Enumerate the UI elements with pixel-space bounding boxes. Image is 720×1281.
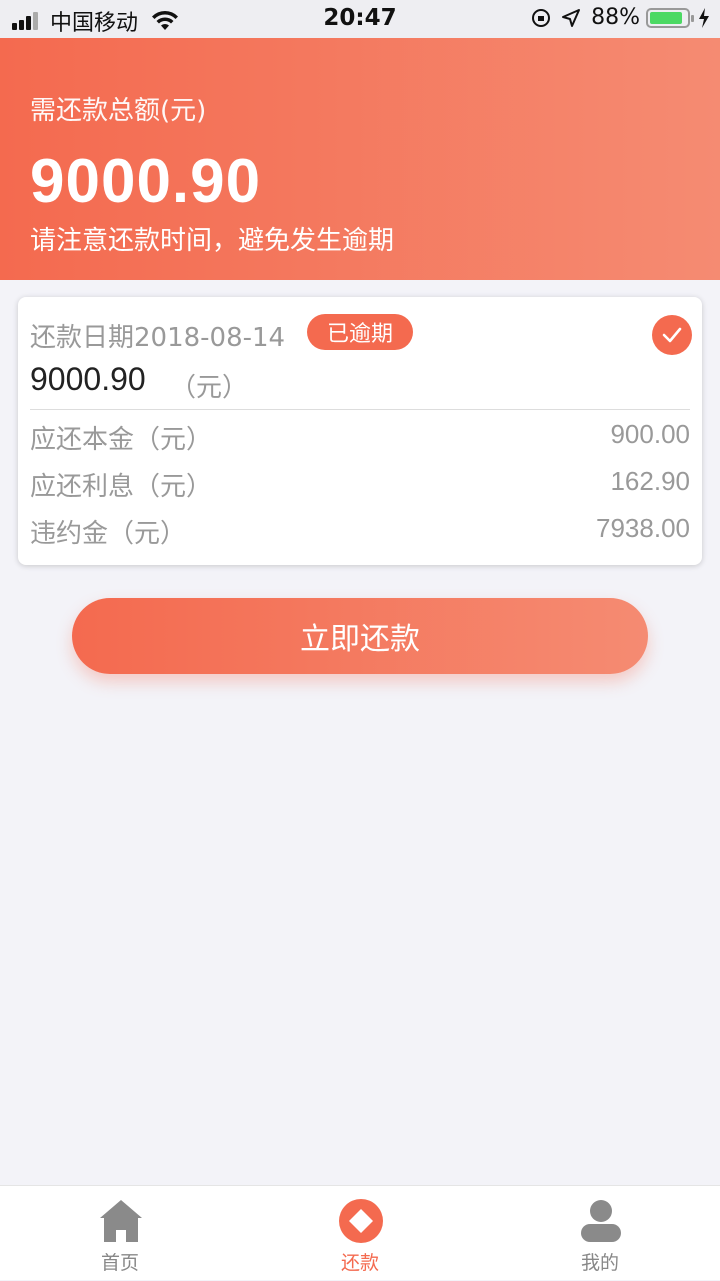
penalty-value: 7938.00 [596,513,690,543]
home-icon [100,1200,142,1242]
penalty-row: 违约金（元） 7938.00 [30,513,690,553]
status-badge: 已逾期 [307,314,414,350]
battery-fill [650,11,682,24]
bill-total-unit: （元） [170,373,249,403]
overdue-tip: 请注意还款时间，避免发生逾期 [30,226,395,256]
battery-percent: 88% [591,5,640,30]
penalty-label: 违约金（元） [30,519,187,549]
bill-card[interactable]: 还款日期2018-08-14 已逾期 9000.90 （元） 应还本金（元） 9… [18,297,702,565]
tab-home-label: 首页 [100,1252,139,1274]
interest-value: 162.90 [610,466,690,496]
tab-repay-label: 还款 [340,1252,379,1274]
repay-icon [339,1199,383,1243]
principal-label: 应还本金（元） [30,425,213,455]
tab-repay[interactable]: 还款 [240,1186,480,1281]
tab-profile[interactable]: 我的 [480,1186,720,1281]
location-icon [562,8,581,27]
divider [30,409,690,410]
principal-value: 900.00 [610,419,690,449]
tab-home[interactable]: 首页 [0,1186,240,1281]
summary-header: 需还款总额(元) 9000.90 请注意还款时间，避免发生逾期 [0,38,720,280]
orientation-lock-icon [532,8,551,27]
interest-label: 应还利息（元） [30,472,213,502]
charging-icon [699,7,709,28]
total-amount: 9000.90 [30,147,262,216]
repay-date: 还款日期2018-08-14 [30,323,286,353]
interest-row: 应还利息（元） 162.90 [30,466,690,506]
status-bar: 中国移动 20:47 88% [0,0,720,38]
total-label: 需还款总额(元) [30,96,207,126]
battery-icon [646,7,694,28]
repay-now-button[interactable]: 立即还款 [72,598,648,674]
principal-row: 应还本金（元） 900.00 [30,419,690,459]
check-icon[interactable] [652,315,692,355]
tab-bar: 首页 还款 我的 [0,1185,720,1280]
profile-icon [581,1200,621,1242]
tab-profile-label: 我的 [580,1252,619,1274]
bill-total: 9000.90 [30,361,146,397]
status-right: 88% [531,5,710,30]
